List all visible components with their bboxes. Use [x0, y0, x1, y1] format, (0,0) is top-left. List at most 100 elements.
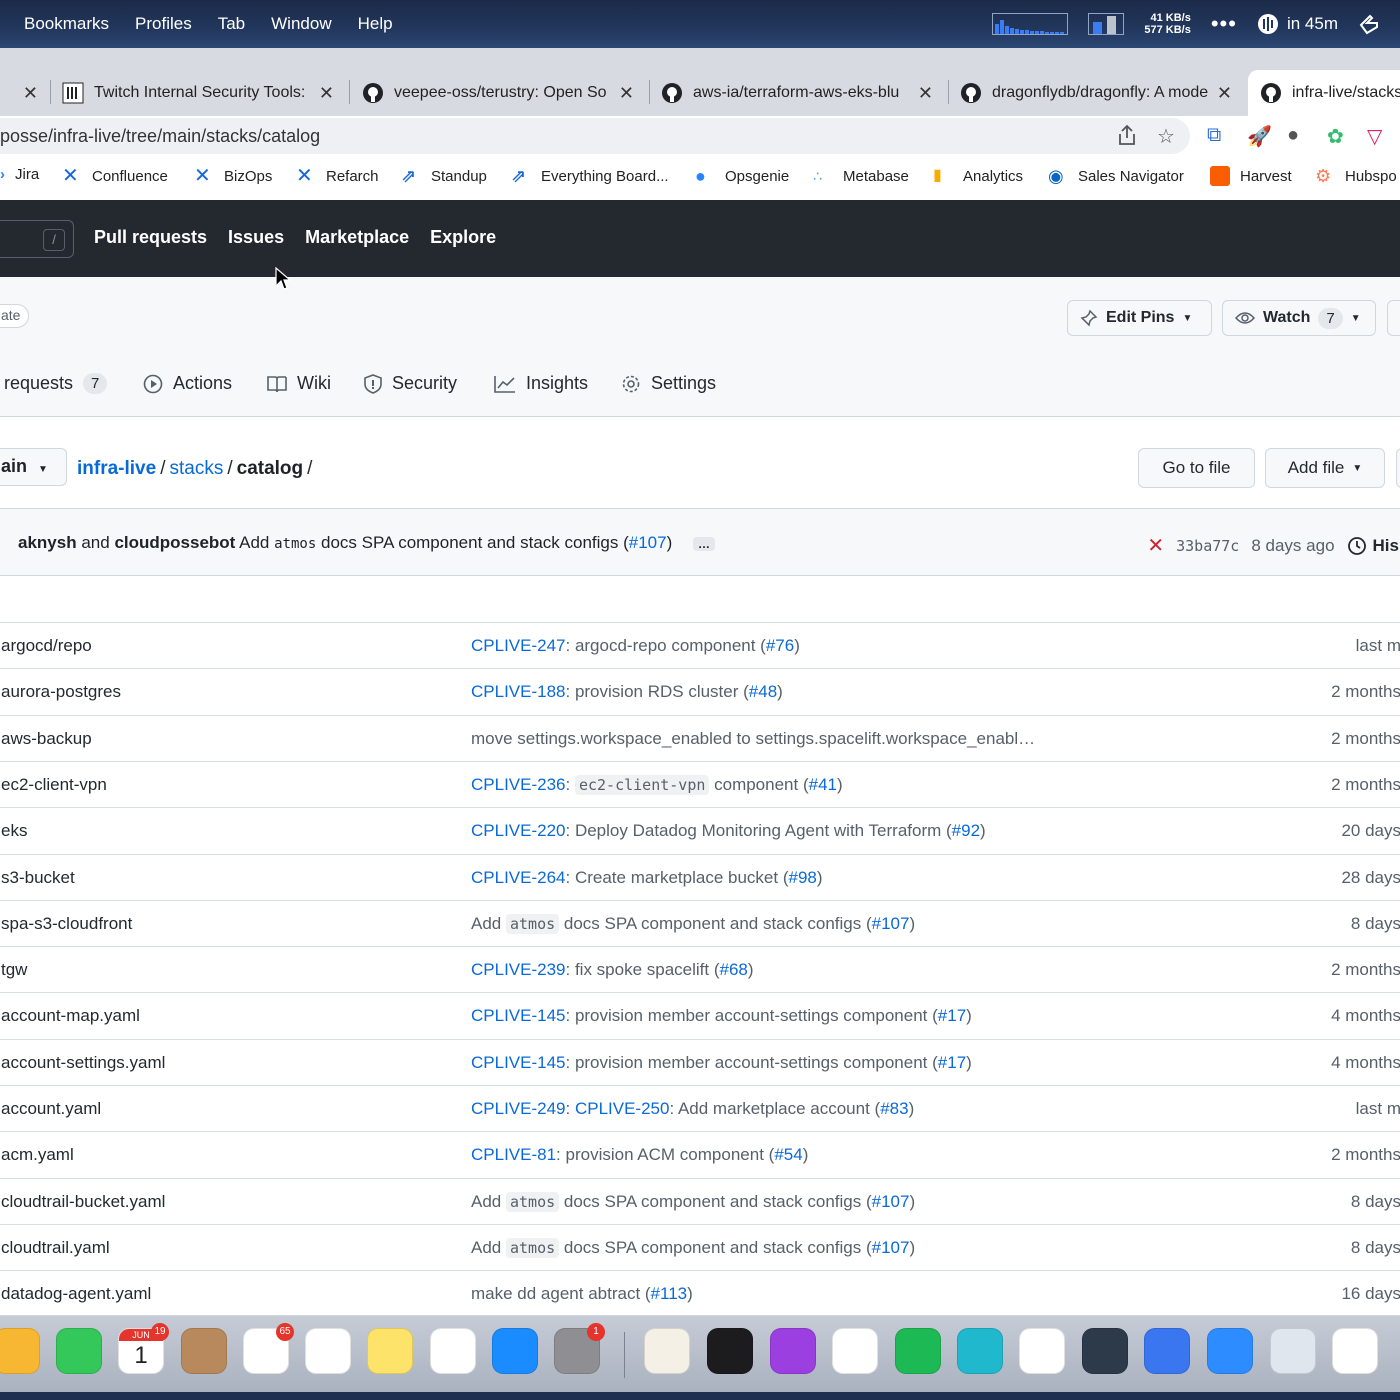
table-row[interactable]: aurora-postgres CPLIVE-188: provision RDS… [0, 668, 1400, 714]
history-link[interactable]: His [1347, 536, 1399, 556]
file-name-link[interactable]: s3-bucket [1, 868, 75, 888]
more-menu-icon[interactable]: ••• [1211, 11, 1237, 37]
pr-link[interactable]: #68 [720, 960, 748, 979]
share-icon[interactable] [1117, 124, 1137, 146]
url-field[interactable]: posse/infra-live/tree/main/stacks/catalo… [0, 118, 1190, 154]
breadcrumb-repo-link[interactable]: infra-live [77, 458, 156, 479]
commit-text[interactable]: : [566, 775, 575, 794]
pr-link[interactable]: #48 [749, 682, 777, 701]
bookmark-standup[interactable]: ⇗ Standup [401, 166, 487, 186]
table-row[interactable]: ec2-client-vpn CPLIVE-236: ec2-client-vpn… [0, 760, 1400, 807]
menu-tab[interactable]: Tab [218, 14, 245, 34]
tab-pull-requests[interactable]: requests 7 [4, 373, 108, 394]
network-speed[interactable]: 41 KB/s 577 KB/s [1144, 12, 1190, 36]
handpoint-icon[interactable] [1358, 13, 1380, 35]
commit-text[interactable]: component ( [709, 775, 809, 794]
table-row[interactable]: spa-s3-cloudfront Add atmos docs SPA comp… [0, 899, 1400, 946]
file-name-link[interactable]: spa-s3-cloudfront [1, 914, 132, 934]
pr-link[interactable]: #107 [872, 914, 910, 933]
table-row[interactable]: cloudtrail-bucket.yaml Add atmos docs SPA… [0, 1177, 1400, 1224]
extension-cookie-icon[interactable]: ● [1287, 124, 1299, 147]
commit-text[interactable]: Add [471, 1238, 506, 1257]
quicktime-app-icon[interactable] [1082, 1328, 1128, 1374]
news-app-icon[interactable] [430, 1328, 476, 1374]
issue-link[interactable]: CPLIVE-249 [471, 1099, 566, 1118]
terminal-app-icon[interactable] [707, 1328, 753, 1374]
file-name-link[interactable]: cloudtrail-bucket.yaml [1, 1192, 165, 1212]
bookmark-sales-navigator[interactable]: ◉ Sales Navigator [1048, 166, 1184, 186]
commit-pr-link[interactable]: #107 [629, 533, 667, 552]
contacts-app-icon[interactable] [181, 1328, 227, 1374]
add-file-button[interactable]: Add file ▼ [1265, 448, 1385, 488]
bookmark-opsgenie[interactable]: ● Opsgenie [695, 166, 789, 186]
file-name-link[interactable]: argocd/repo [1, 636, 92, 656]
memory-meter-icon[interactable] [1088, 13, 1125, 35]
table-row[interactable]: account-map.yaml CPLIVE-145: provision me… [0, 992, 1400, 1038]
commit-text[interactable]: Add [471, 914, 506, 933]
commit-sha-link[interactable]: 33ba77c [1176, 537, 1239, 555]
menu-profiles[interactable]: Profiles [135, 14, 192, 34]
extension-pocket-icon[interactable]: ▽ [1367, 124, 1382, 149]
table-row[interactable]: tgw CPLIVE-239: fix spoke spacelift (#68)… [0, 946, 1400, 992]
code-button[interactable] [1396, 448, 1400, 488]
breadcrumb-stacks-link[interactable]: stacks [169, 458, 223, 479]
commit-text[interactable]: docs SPA component and stack configs ( [559, 1238, 872, 1257]
table-row[interactable]: datadog-agent.yaml make dd agent abtract … [0, 1270, 1400, 1315]
go-to-file-button[interactable]: Go to file [1138, 448, 1255, 488]
close-tab-icon[interactable]: ✕ [619, 83, 634, 104]
commit-text[interactable]: make dd agent abtract ( [471, 1284, 651, 1303]
close-tab-icon[interactable]: ✕ [319, 83, 334, 104]
file-name-link[interactable]: ec2-client-vpn [1, 775, 107, 795]
bookmark-jira[interactable]: › Jira [0, 166, 39, 183]
perplexity-app-icon[interactable] [957, 1328, 1003, 1374]
issue-link[interactable]: CPLIVE-247 [471, 636, 566, 655]
file-name-link[interactable]: aws-backup [1, 729, 92, 749]
pr-link[interactable]: #54 [774, 1145, 802, 1164]
commit-text[interactable]: Add [239, 533, 269, 552]
issue-link[interactable]: CPLIVE-145 [471, 1053, 566, 1072]
tab-settings[interactable]: Settings [621, 373, 716, 394]
issue-link[interactable]: CPLIVE-81 [471, 1145, 556, 1164]
table-row[interactable]: s3-bucket CPLIVE-264: Create marketplace … [0, 853, 1400, 900]
commit-text[interactable]: : provision member account-settings comp… [566, 1006, 938, 1025]
issue-link[interactable]: CPLIVE-264 [471, 868, 566, 887]
tab-wiki[interactable]: Wiki [267, 373, 331, 394]
pr-link[interactable]: #98 [788, 868, 816, 887]
system-settings-app-icon[interactable]: 1 [554, 1323, 605, 1374]
file-name-link[interactable]: account-map.yaml [1, 1006, 140, 1026]
bookmark-bizops[interactable]: ✕ BizOps [194, 166, 272, 186]
branch-select[interactable]: ain ▼ [0, 448, 67, 486]
extension-rocket-icon[interactable]: 🚀 [1247, 124, 1272, 149]
pr-link[interactable]: #107 [872, 1192, 910, 1211]
tab-security[interactable]: Security [364, 373, 457, 394]
commit-text[interactable]: docs SPA component and stack configs ( [559, 914, 872, 933]
tab-twitch[interactable]: Twitch Internal Security Tools: ✕ [62, 70, 342, 116]
affinity-app-icon[interactable] [1332, 1328, 1378, 1374]
file-name-link[interactable]: acm.yaml [1, 1145, 74, 1165]
chrome-app-icon[interactable] [832, 1328, 878, 1374]
tab-terustry[interactable]: veepee-oss/terustry: Open So ✕ [362, 70, 642, 116]
commit-text[interactable]: : fix spoke spacelift ( [566, 960, 720, 979]
nav-pull-requests[interactable]: Pull requests [94, 227, 207, 248]
file-name-link[interactable]: cloudtrail.yaml [1, 1238, 110, 1258]
textedit-app-icon[interactable] [644, 1328, 690, 1374]
pr-link[interactable]: #83 [880, 1099, 908, 1118]
nav-marketplace[interactable]: Marketplace [305, 227, 409, 248]
pr-link[interactable]: #92 [952, 821, 980, 840]
file-name-link[interactable]: aurora-postgres [1, 682, 121, 702]
zoom-app-icon[interactable] [1207, 1328, 1253, 1374]
edit-pins-button[interactable]: Edit Pins ▼ [1067, 300, 1212, 336]
issue-link[interactable]: CPLIVE-239 [471, 960, 566, 979]
tab-dragonfly[interactable]: dragonflydb/dragonfly: A mode ✕ [960, 70, 1240, 116]
commit-text[interactable]: : Add marketplace account ( [669, 1099, 880, 1118]
close-tab-icon[interactable]: ✕ [1217, 83, 1232, 104]
slack-app-icon[interactable] [305, 1328, 351, 1374]
reminders-app-icon[interactable]: 65 [243, 1323, 294, 1374]
file-name-link[interactable]: tgw [1, 960, 27, 980]
issue-link[interactable]: CPLIVE-250 [575, 1099, 670, 1118]
tab-actions[interactable]: Actions [143, 373, 232, 394]
pr-link[interactable]: #76 [766, 636, 794, 655]
pr-link[interactable]: #17 [938, 1053, 966, 1072]
tab-insights[interactable]: Insights [494, 373, 588, 394]
issue-link[interactable]: CPLIVE-220 [471, 821, 566, 840]
